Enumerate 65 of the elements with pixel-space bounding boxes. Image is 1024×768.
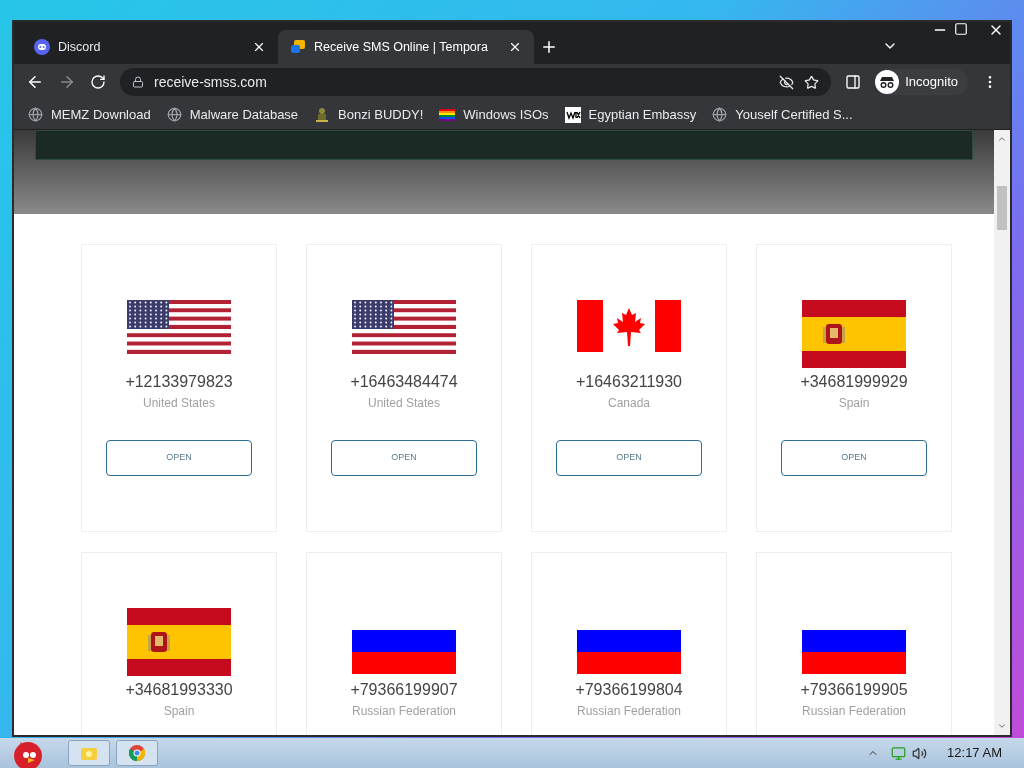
rainbow-flag-icon [439,108,456,121]
address-bar[interactable]: receive-smss.com [120,68,832,96]
phone-number: +79366199905 [800,680,908,700]
scrollbar-thumb[interactable] [997,186,1007,230]
globe-icon [28,107,43,122]
bookmark-item[interactable]: Youself Certified S... [712,104,853,125]
country-name: United States [367,395,440,411]
phone-number: +34681993330 [125,680,233,700]
url-text: receive-smss.com [154,72,268,92]
bookmark-item[interactable]: Egyptian Embassy [564,104,697,125]
phone-number: +16463484474 [350,372,458,392]
phone-number: +34681999929 [800,372,908,392]
phone-number: +79366199804 [575,680,683,700]
bookmark-item[interactable]: Malware Database [166,104,299,125]
country-name: Russian Federation [576,703,682,719]
side-panel-icon[interactable] [845,74,862,90]
browser-tab[interactable]: Receive SMS Online | Tempora [278,30,534,64]
phone-number: +12133979823 [125,372,233,392]
country-name: Spain [163,703,195,719]
globe-icon [166,107,182,122]
bookmark-item[interactable]: MEMZ Download [28,104,151,125]
maximize-icon[interactable] [954,22,968,36]
country-name: Russian Federation [801,703,907,719]
browser-tab[interactable]: Discord [22,30,278,64]
country-name: Spain [838,395,870,411]
folder-icon [80,745,98,761]
close-tab-icon[interactable] [508,40,522,54]
phone-number: +79366199907 [350,680,458,700]
bookmark-item[interactable]: Windows ISOs [439,104,549,125]
incognito-button[interactable]: Incognito [875,69,968,95]
incognito-icon [875,70,900,94]
lock-icon [132,76,144,88]
figure-icon [314,106,331,123]
forward-icon[interactable] [58,73,76,91]
open-button[interactable]: OPEN [106,440,252,476]
chat-bubble-icon [290,39,306,55]
clock[interactable]: 12:17 AM [947,743,1002,763]
us-flag-icon [352,300,456,354]
phone-number: +16463211930 [575,372,682,392]
discord-icon [34,39,50,55]
new-tab-icon[interactable] [540,38,558,56]
spain-flag-icon [802,300,906,368]
canada-flag-icon [577,300,681,352]
bookmark-item[interactable]: Bonzi BUDDY! [314,104,424,125]
eye-slash-icon[interactable] [779,74,795,90]
scroll-up-icon[interactable] [997,134,1007,144]
open-button[interactable]: OPEN [556,440,702,476]
country-name: Canada [607,395,650,411]
country-name: United States [142,395,215,411]
us-flag-icon [127,300,231,354]
spain-flag-icon [127,608,231,676]
close-tab-icon[interactable] [252,40,266,54]
speaker-icon[interactable] [912,745,928,761]
globe-icon [712,107,728,122]
open-button[interactable]: OPEN [331,440,477,476]
reload-icon[interactable] [90,74,106,90]
scrollbar[interactable] [994,130,1010,735]
star-icon[interactable] [804,74,820,90]
back-icon[interactable] [26,73,44,91]
taskbar-button[interactable] [116,740,158,766]
chrome-icon [129,745,145,761]
country-name: Russian Federation [351,703,457,719]
wix-logo-icon [564,106,581,123]
open-button[interactable]: OPEN [781,440,927,476]
scroll-down-icon[interactable] [997,721,1007,731]
